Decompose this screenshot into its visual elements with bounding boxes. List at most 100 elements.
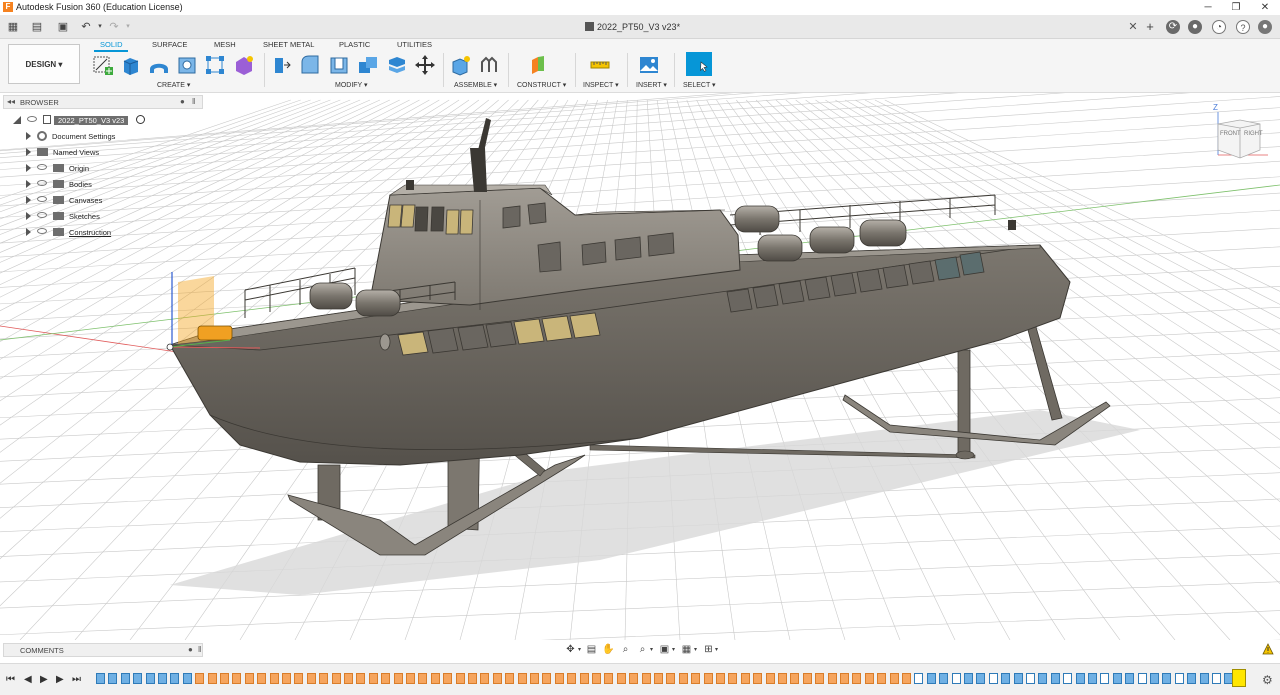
timeline-sketch-feature[interactable] bbox=[257, 673, 267, 684]
timeline-sketch-feature[interactable] bbox=[864, 673, 874, 684]
redo-icon[interactable]: ↷ bbox=[106, 19, 122, 35]
timeline-sketch-feature[interactable] bbox=[902, 673, 911, 684]
timeline-sketch-feature[interactable] bbox=[517, 673, 527, 684]
timeline-body-feature[interactable] bbox=[939, 673, 949, 684]
timeline-body-feature[interactable] bbox=[1150, 673, 1159, 684]
fit-dropdown-icon[interactable]: ▾ bbox=[648, 644, 655, 656]
timeline-body-feature[interactable] bbox=[964, 673, 973, 684]
timeline-body-feature[interactable] bbox=[1100, 673, 1110, 684]
visibility-eye-icon[interactable] bbox=[37, 196, 47, 202]
visibility-eye-icon[interactable] bbox=[37, 180, 47, 186]
timeline-body-feature[interactable] bbox=[1187, 673, 1197, 684]
joint-icon[interactable] bbox=[478, 54, 500, 76]
browser-root-item[interactable]: 2022_PT50_V3 v23 bbox=[13, 114, 146, 128]
timeline-sketch-feature[interactable] bbox=[778, 673, 787, 684]
step-forward-icon[interactable]: ▶ bbox=[56, 673, 64, 687]
user-avatar[interactable]: ● bbox=[1258, 20, 1272, 34]
timeline-sketch-feature[interactable] bbox=[542, 673, 552, 684]
timeline-sketch-feature[interactable] bbox=[703, 673, 713, 684]
timeline-sketch-feature[interactable] bbox=[381, 673, 391, 684]
timeline-body-feature[interactable] bbox=[145, 673, 155, 684]
timeline-body-feature[interactable] bbox=[1162, 673, 1172, 684]
timeline-body-feature[interactable] bbox=[988, 673, 998, 684]
close-window-button[interactable]: ✕ bbox=[1250, 0, 1280, 15]
timeline-sketch-feature[interactable] bbox=[406, 673, 415, 684]
timeline-sketch-feature[interactable] bbox=[716, 673, 725, 684]
play-icon[interactable]: ▶ bbox=[40, 673, 48, 687]
comments-resize-icon[interactable]: ‖ bbox=[198, 645, 201, 654]
timeline-sketch-feature[interactable] bbox=[294, 673, 304, 684]
timeline-sketch-feature[interactable] bbox=[468, 673, 477, 684]
browser-resize-icon[interactable]: ‖ bbox=[192, 97, 195, 106]
expand-root-icon[interactable] bbox=[13, 116, 21, 124]
timeline-sketch-feature[interactable] bbox=[282, 673, 291, 684]
visibility-eye-icon[interactable] bbox=[37, 164, 47, 170]
undo-icon[interactable]: ↶ bbox=[78, 19, 94, 35]
timeline-body-feature[interactable] bbox=[1001, 673, 1011, 684]
timeline-body-feature[interactable] bbox=[1212, 673, 1221, 684]
visibility-eye-icon[interactable] bbox=[37, 228, 47, 234]
timeline-sketch-feature[interactable] bbox=[492, 673, 502, 684]
timeline-sketch-feature[interactable] bbox=[815, 673, 825, 684]
construct-menu[interactable]: CONSTRUCT ▾ bbox=[517, 81, 566, 89]
document-tab[interactable]: 2022_PT50_V3 v23* bbox=[585, 18, 680, 36]
maximize-button[interactable]: ❐ bbox=[1221, 0, 1251, 15]
tab-mesh[interactable]: MESH bbox=[214, 40, 236, 49]
split-body-icon[interactable] bbox=[386, 54, 408, 76]
orbit-dropdown-icon[interactable]: ▾ bbox=[576, 644, 583, 656]
warning-icon[interactable] bbox=[1262, 643, 1274, 655]
minimize-button[interactable]: ─ bbox=[1193, 0, 1223, 15]
step-back-icon[interactable]: ◀ bbox=[24, 673, 32, 687]
create-sketch-icon[interactable] bbox=[92, 54, 114, 76]
grid-dropdown-icon[interactable]: ▾ bbox=[692, 644, 699, 656]
timeline-body-feature[interactable] bbox=[1075, 673, 1085, 684]
timeline-sketch-feature[interactable] bbox=[393, 673, 403, 684]
timeline-body-feature[interactable] bbox=[976, 673, 986, 684]
job-status-icon[interactable]: ● bbox=[1188, 20, 1202, 34]
offset-plane-icon[interactable] bbox=[528, 54, 550, 76]
timeline-body-feature[interactable] bbox=[1026, 673, 1035, 684]
timeline-sketch-feature[interactable] bbox=[368, 673, 378, 684]
timeline-sketch-feature[interactable] bbox=[852, 673, 862, 684]
timeline-sketch-feature[interactable] bbox=[567, 673, 577, 684]
timeline-sketch-feature[interactable] bbox=[430, 673, 440, 684]
look-at-icon[interactable]: ▤ bbox=[585, 644, 598, 656]
zoom-icon[interactable]: ⌕ bbox=[619, 644, 632, 656]
select-menu[interactable]: SELECT ▾ bbox=[683, 81, 716, 89]
expand-icon[interactable] bbox=[26, 180, 31, 188]
add-comment-icon[interactable]: ● bbox=[188, 645, 193, 654]
help-icon[interactable]: ? bbox=[1236, 20, 1250, 34]
timeline-sketch-feature[interactable] bbox=[728, 673, 738, 684]
timeline-body-feature[interactable] bbox=[1013, 673, 1023, 684]
browser-item-document-settings[interactable]: Document Settings bbox=[26, 130, 115, 144]
timeline-sketch-feature[interactable] bbox=[691, 673, 701, 684]
viewcube-front-label[interactable]: FRONT bbox=[1220, 131, 1241, 137]
expand-icon[interactable] bbox=[26, 228, 31, 236]
timeline-sketch-feature[interactable] bbox=[666, 673, 676, 684]
expand-icon[interactable] bbox=[26, 212, 31, 220]
timeline-body-feature[interactable] bbox=[1038, 673, 1048, 684]
go-to-end-icon[interactable]: ⏭ bbox=[72, 673, 81, 687]
create-menu[interactable]: CREATE ▾ bbox=[157, 81, 190, 89]
timeline-body-feature[interactable] bbox=[158, 673, 167, 684]
timeline-sketch-feature[interactable] bbox=[269, 673, 279, 684]
browser-item-origin[interactable]: Origin bbox=[26, 162, 89, 176]
hole-icon[interactable] bbox=[176, 54, 198, 76]
timeline-sketch-feature[interactable] bbox=[654, 673, 663, 684]
extrude-icon[interactable] bbox=[120, 54, 142, 76]
timeline-sketch-feature[interactable] bbox=[616, 673, 626, 684]
combine-icon[interactable] bbox=[357, 54, 379, 76]
inspect-menu[interactable]: INSPECT ▾ bbox=[583, 81, 619, 89]
timeline-body-feature[interactable] bbox=[182, 673, 192, 684]
app-grid-icon[interactable]: ▦ bbox=[6, 19, 20, 35]
select-tool-icon[interactable] bbox=[686, 52, 712, 76]
timeline-sketch-feature[interactable] bbox=[877, 673, 887, 684]
modify-menu[interactable]: MODIFY ▾ bbox=[335, 81, 368, 89]
timeline-body-feature[interactable] bbox=[170, 673, 180, 684]
assemble-menu[interactable]: ASSEMBLE ▾ bbox=[454, 81, 497, 89]
go-to-start-icon[interactable]: ⏮ bbox=[6, 673, 15, 687]
shell-icon[interactable] bbox=[328, 54, 350, 76]
expand-icon[interactable] bbox=[26, 196, 31, 204]
tab-utilities[interactable]: UTILITIES bbox=[397, 40, 432, 49]
press-pull-icon[interactable] bbox=[270, 54, 292, 76]
